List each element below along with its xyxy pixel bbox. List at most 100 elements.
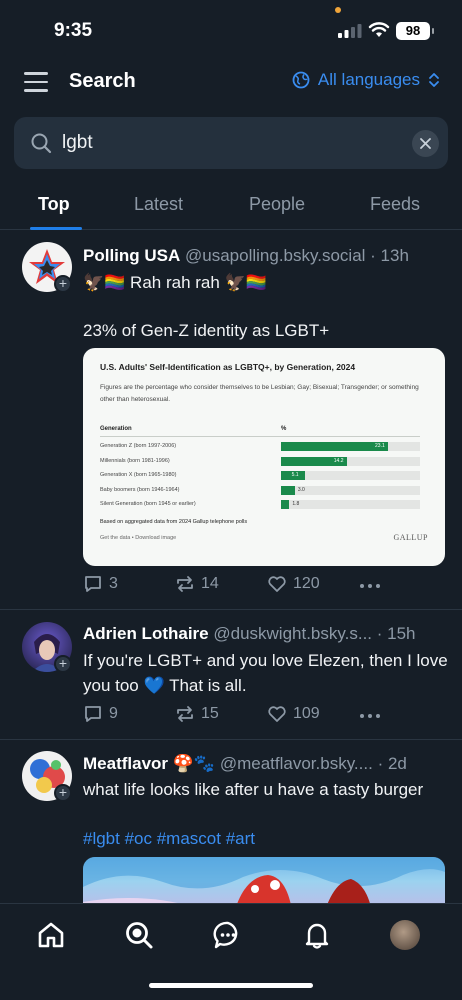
post-hashtags[interactable]: #lgbt #oc #mascot #art bbox=[83, 826, 453, 851]
chart-value-label: 23.1 bbox=[375, 443, 385, 449]
follow-plus-icon[interactable]: + bbox=[54, 275, 72, 293]
chart-column-header: Generation bbox=[100, 426, 132, 432]
chart-row: Baby boomers (born 1946-1964) 3.0 bbox=[100, 484, 420, 497]
tab-feeds[interactable]: Feeds bbox=[370, 194, 420, 215]
reply-count: 9 bbox=[109, 705, 118, 722]
chart-category-label: Generation X (born 1965-1980) bbox=[100, 472, 177, 478]
search-query[interactable]: lgbt bbox=[62, 132, 93, 154]
search-nav-icon[interactable] bbox=[124, 920, 154, 950]
reply-button[interactable]: 3 bbox=[83, 574, 118, 594]
globe-icon bbox=[292, 71, 310, 89]
like-button[interactable]: 109 bbox=[267, 704, 320, 724]
more-icon bbox=[360, 714, 380, 718]
post-header: Polling USA @usapolling.bsky.social · 13… bbox=[83, 246, 447, 266]
chart-category-label: Baby boomers (born 1946-1964) bbox=[100, 486, 180, 493]
chart-bar bbox=[281, 485, 295, 495]
battery-indicator: 98 bbox=[396, 22, 434, 40]
follow-plus-icon[interactable]: + bbox=[54, 784, 72, 802]
tab-latest[interactable]: Latest bbox=[134, 194, 183, 215]
chart-bar bbox=[281, 500, 290, 509]
post-time: · 2d bbox=[377, 754, 407, 773]
feed-post[interactable]: + Polling USA @usapolling.bsky.social · … bbox=[0, 230, 462, 610]
chart-category-label: Generation Z (born 1997-2006) bbox=[100, 443, 177, 449]
reply-icon bbox=[85, 706, 101, 722]
chart-divider bbox=[100, 436, 420, 437]
post-time: · 15h bbox=[376, 624, 416, 643]
status-time: 9:35 bbox=[54, 20, 93, 41]
embedded-image[interactable]: U.S. Adults' Self-Identification as LGBT… bbox=[83, 348, 445, 566]
post-actions: 9 15 109 bbox=[83, 704, 443, 728]
chat-icon[interactable] bbox=[213, 920, 243, 950]
chart-value-label: 1.8 bbox=[292, 501, 300, 507]
handle[interactable]: @duskwight.bsky.s... bbox=[213, 624, 372, 643]
close-icon bbox=[420, 138, 431, 149]
privacy-indicator bbox=[335, 7, 341, 13]
more-icon bbox=[360, 584, 380, 588]
chart-bar-track: 23.1 bbox=[281, 442, 420, 451]
chart-value-label: 5.1 bbox=[291, 472, 299, 478]
reply-button[interactable]: 9 bbox=[83, 704, 118, 724]
chart-bar-track: 5.1 bbox=[281, 471, 420, 480]
repost-count: 15 bbox=[201, 705, 219, 722]
chart-category-label: Silent Generation (born 1945 or earlier) bbox=[100, 501, 196, 507]
chart-row: Generation Z (born 1997-2006) 23.1 bbox=[100, 440, 420, 453]
header: Search All languages bbox=[0, 60, 462, 104]
chart-bar-track: 3.0 bbox=[281, 485, 420, 495]
chevron-updown-icon bbox=[429, 73, 439, 87]
more-button[interactable] bbox=[359, 706, 381, 726]
post-time: · 13h bbox=[370, 246, 409, 265]
chart-category-label: Millennials (born 1981-1996) bbox=[100, 457, 170, 464]
like-button[interactable]: 120 bbox=[267, 574, 320, 594]
language-label: All languages bbox=[317, 70, 420, 89]
more-button[interactable] bbox=[359, 576, 381, 596]
chart-row: Silent Generation (born 1945 or earlier)… bbox=[100, 498, 420, 511]
gallup-logo: GALLUP bbox=[393, 533, 428, 542]
home-icon[interactable] bbox=[36, 920, 66, 950]
repost-button[interactable]: 14 bbox=[175, 574, 219, 594]
chart-bar bbox=[281, 442, 389, 451]
menu-icon[interactable] bbox=[24, 72, 48, 92]
like-count: 109 bbox=[293, 705, 320, 722]
status-bar: 9:35 98 bbox=[0, 0, 462, 56]
wifi-icon bbox=[368, 22, 390, 37]
chart-note: Based on aggregated data from 2024 Gallu… bbox=[100, 519, 248, 525]
tab-top[interactable]: Top bbox=[38, 194, 70, 215]
feed-post[interactable]: + Adrien Lothaire @duskwight.bsky.s... ·… bbox=[0, 610, 462, 740]
handle[interactable]: @meatflavor.bsky.... bbox=[220, 754, 373, 773]
language-selector[interactable]: All languages bbox=[292, 70, 440, 90]
display-name[interactable]: Adrien Lothaire bbox=[83, 624, 209, 643]
chart-links: Get the data • Download image bbox=[100, 535, 177, 541]
repost-icon bbox=[177, 576, 193, 592]
display-name[interactable]: Meatflavor 🍄🐾 bbox=[83, 754, 215, 773]
post-actions: 3 14 120 bbox=[83, 574, 443, 598]
handle[interactable]: @usapolling.bsky.social bbox=[185, 246, 365, 265]
chart-row: Generation X (born 1965-1980) 5.1 bbox=[100, 469, 420, 482]
post-header: Adrien Lothaire @duskwight.bsky.s... · 1… bbox=[83, 624, 447, 644]
post-header: Meatflavor 🍄🐾 @meatflavor.bsky.... · 2d bbox=[83, 754, 447, 774]
display-name[interactable]: Polling USA bbox=[83, 246, 180, 265]
chart-row: Millennials (born 1981-1996) 14.2 bbox=[100, 455, 420, 468]
reply-icon bbox=[85, 576, 101, 592]
profile-avatar[interactable] bbox=[390, 920, 420, 950]
signal-icon bbox=[338, 24, 362, 38]
like-count: 120 bbox=[293, 575, 320, 592]
post-text: what life looks like after u have a tast… bbox=[83, 780, 424, 799]
chart-bar-track: 1.8 bbox=[281, 500, 420, 509]
search-input[interactable]: lgbt bbox=[14, 117, 448, 169]
reply-count: 3 bbox=[109, 575, 118, 592]
tab-people[interactable]: People bbox=[249, 194, 305, 215]
chart-column-header: % bbox=[281, 426, 287, 432]
repost-icon bbox=[177, 706, 193, 722]
heart-icon bbox=[268, 706, 286, 722]
chart-value-label: 14.2 bbox=[333, 457, 344, 464]
bell-icon[interactable] bbox=[302, 920, 332, 950]
clear-search-button[interactable] bbox=[412, 130, 439, 157]
chart-subtitle: Figures are the percentage who consider … bbox=[100, 384, 419, 403]
chart-bar-track: 14.2 bbox=[281, 456, 420, 466]
chart-title: U.S. Adults' Self-Identification as LGBT… bbox=[100, 362, 356, 372]
follow-plus-icon[interactable]: + bbox=[54, 655, 72, 673]
repost-button[interactable]: 15 bbox=[175, 704, 219, 724]
search-icon bbox=[31, 133, 52, 154]
heart-icon bbox=[268, 576, 286, 592]
post-text: If you're LGBT+ and you love Elezen, the… bbox=[83, 651, 448, 695]
